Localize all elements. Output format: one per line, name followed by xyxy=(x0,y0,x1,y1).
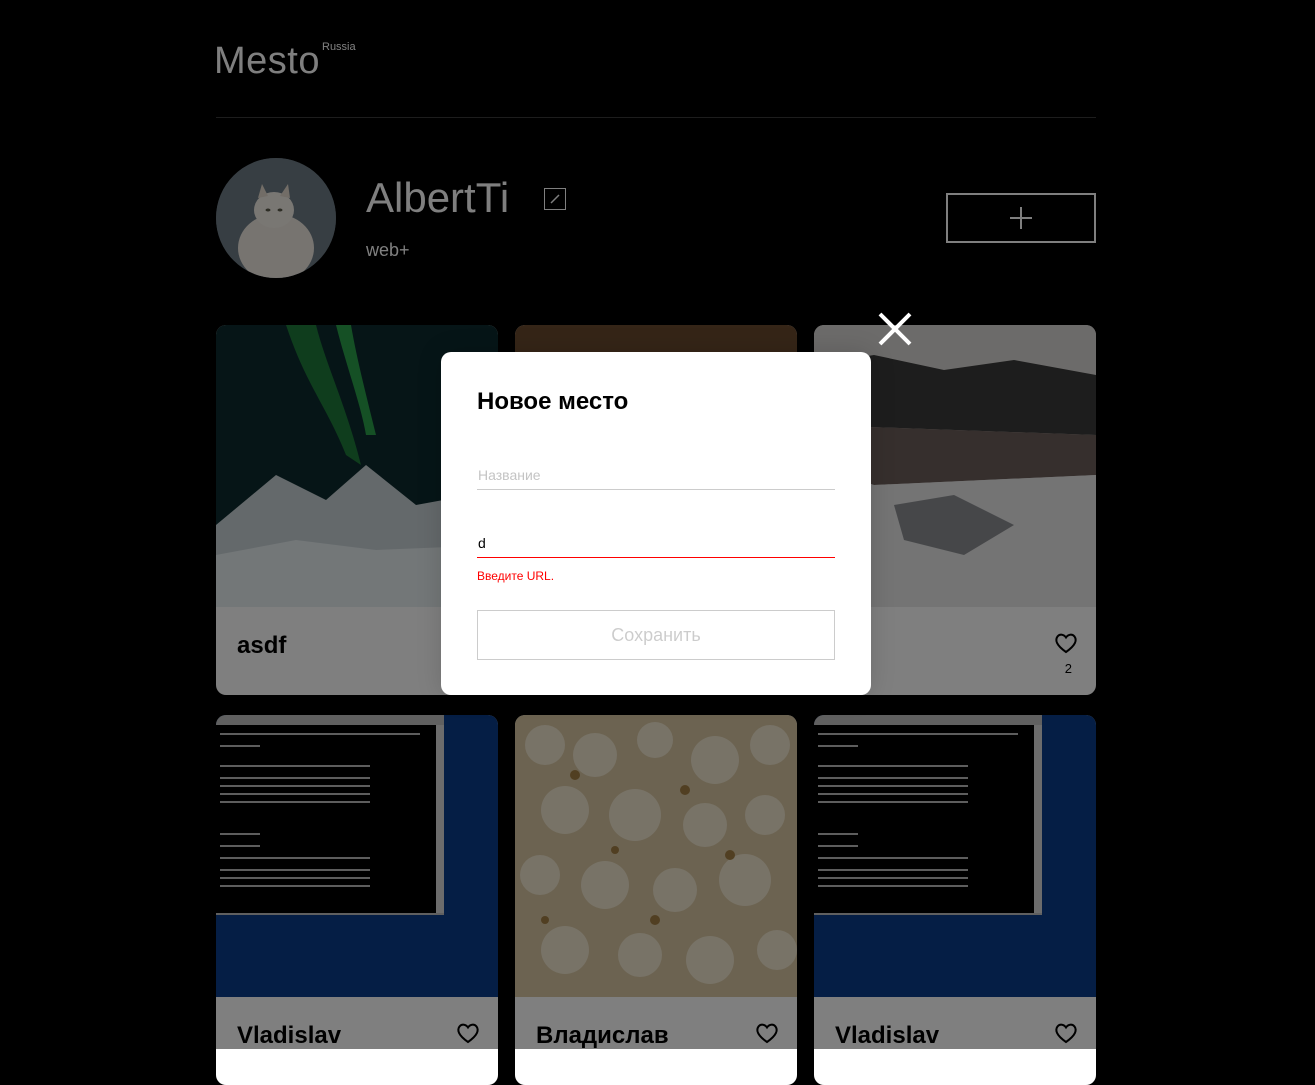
close-icon[interactable] xyxy=(876,310,914,348)
place-link-input[interactable] xyxy=(477,528,835,558)
place-name-input[interactable] xyxy=(477,460,835,490)
link-error-message: Введите URL. xyxy=(477,569,555,583)
popup-title: Новое место xyxy=(477,388,629,415)
save-button[interactable]: Сохранить xyxy=(477,610,835,660)
new-place-popup: Новое место Введите URL. Сохранить xyxy=(441,352,871,695)
